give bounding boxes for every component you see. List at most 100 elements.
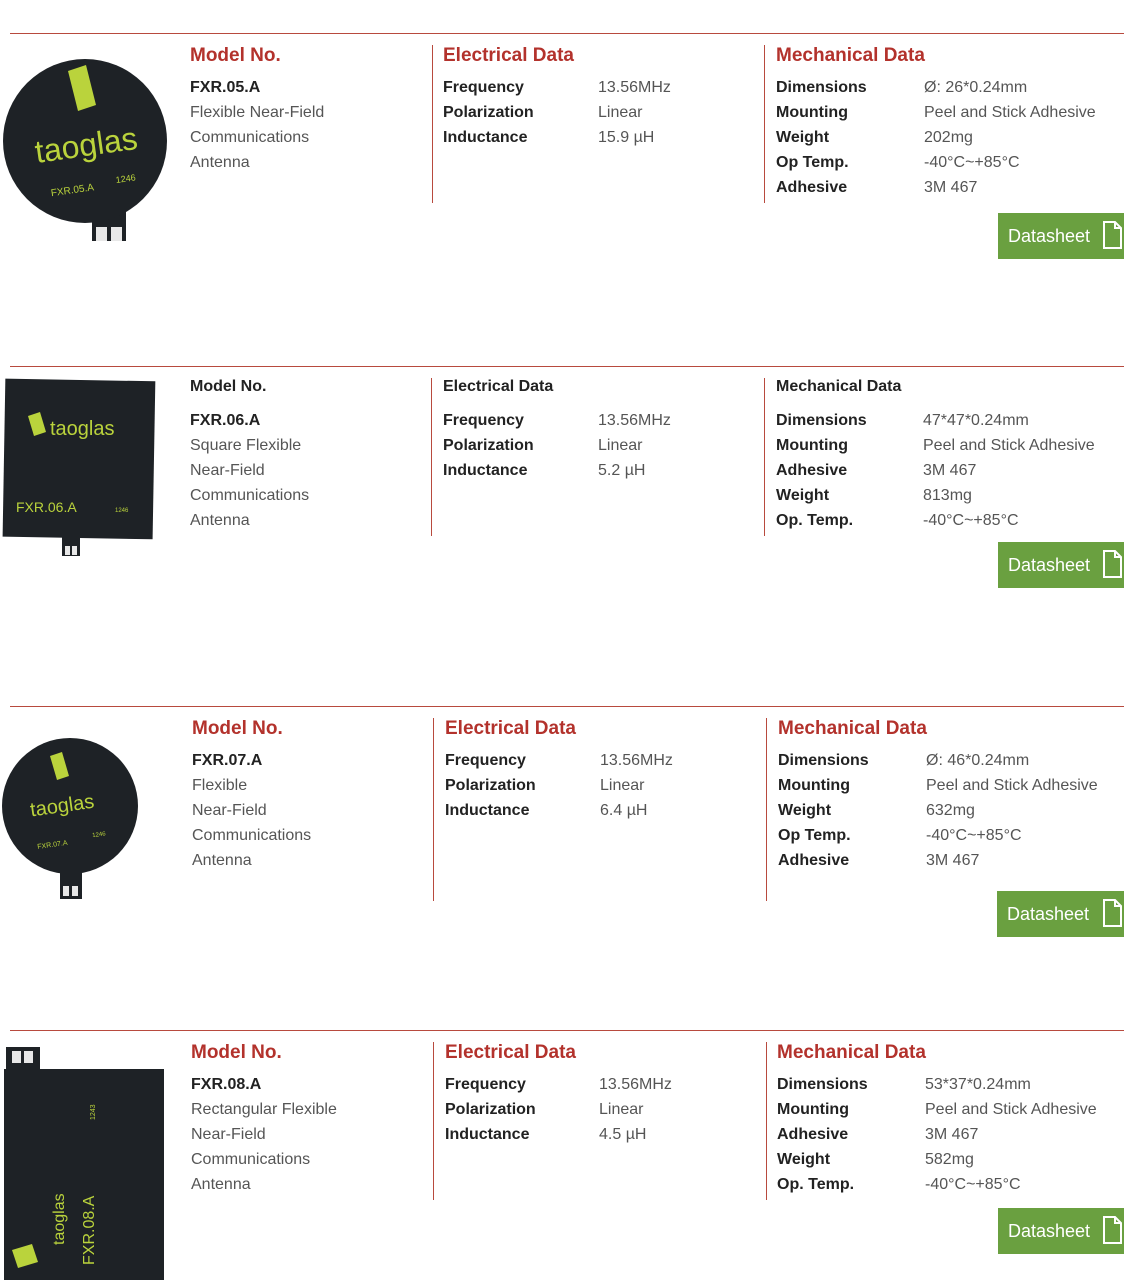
datasheet-label: Datasheet (1008, 555, 1091, 575)
spec-row: Op Temp. -40°C~+85°C (778, 827, 1022, 844)
spec-row: Inductance 4.5 µH (445, 1126, 647, 1143)
spec-row: Weight 202mg (776, 129, 973, 146)
datasheet-label: Datasheet (1007, 904, 1090, 924)
divider (10, 366, 1124, 367)
divider (10, 1030, 1124, 1031)
model-description: Rectangular Flexible Near-Field Communic… (191, 1101, 337, 1193)
spec-row: Dimensions Ø: 46*0.24mm (778, 752, 1030, 769)
spec-row: Weight 813mg (776, 487, 972, 504)
svg-text:1246: 1246 (115, 508, 129, 514)
model-heading: Model No. (190, 378, 267, 395)
electrical-heading: Electrical Data (443, 45, 574, 66)
document-icon (1103, 221, 1122, 249)
spec-row: Adhesive 3M 467 (778, 852, 980, 869)
document-icon (1103, 1216, 1122, 1244)
divider (433, 1042, 434, 1200)
model-number: FXR.06.A (190, 412, 261, 429)
mechanical-column: Mechanical Data Dimensions Ø: 46*0.24mm M… (778, 718, 1118, 873)
spec-row: Mounting Peel and Stick Adhesive (776, 104, 1096, 121)
divider (431, 378, 432, 536)
svg-text:taoglas: taoglas (51, 1193, 68, 1245)
divider (764, 378, 765, 536)
mechanical-column: Mechanical Data Dimensions 53*37*0.24mm M… (777, 1042, 1117, 1197)
spec-row: Frequency 13.56MHz (445, 1076, 672, 1093)
spec-row: Polarization Linear (443, 437, 643, 454)
mechanical-heading: Mechanical Data (776, 378, 902, 395)
model-heading: Model No. (190, 45, 281, 66)
model-description: Flexible Near-Field Communications Anten… (192, 777, 312, 869)
mechanical-column: Mechanical Data Dimensions Ø: 26*0.24mm M… (776, 45, 1116, 200)
spec-row: Mounting Peel and Stick Adhesive (777, 1101, 1097, 1118)
spec-row: Dimensions 53*37*0.24mm (777, 1076, 1031, 1093)
model-number: FXR.05.A (190, 79, 261, 96)
model-description: Square Flexible Near-Field Communication… (190, 437, 310, 529)
datasheet-label: Datasheet (1008, 1221, 1091, 1241)
datasheet-button[interactable]: Datasheet (998, 542, 1124, 588)
spec-row: Op Temp. -40°C~+85°C (776, 154, 1020, 171)
model-column: Model No. FXR.05.A Flexible Near-Field C… (190, 45, 420, 175)
datasheet-label: Datasheet (1008, 226, 1091, 246)
spec-row: Mounting Peel and Stick Adhesive (778, 777, 1098, 794)
datasheet-button[interactable]: Datasheet (998, 213, 1124, 259)
electrical-heading: Electrical Data (445, 1042, 576, 1063)
spec-row: Dimensions Ø: 26*0.24mm (776, 79, 1028, 96)
spec-row: Polarization Linear (445, 1101, 644, 1118)
model-number: FXR.08.A (191, 1076, 262, 1093)
product-image: taoglas FXR.08.A 1243 (4, 1047, 164, 1280)
divider (764, 45, 765, 203)
mechanical-heading: Mechanical Data (777, 1042, 926, 1063)
product-image: taoglas FXR.07.A 1246 (2, 738, 138, 899)
model-column: Model No. FXR.07.A Flexible Near-Field C… (192, 718, 422, 873)
electrical-column: Electrical Data Frequency 13.56MHz Polari… (445, 1042, 755, 1147)
product-card: taoglas FXR.08.A 1243 Model No. FXR.08.A… (0, 1030, 1124, 1280)
spec-row: Weight 632mg (778, 802, 975, 819)
electrical-column: Electrical Data Frequency 13.56MHz Polari… (445, 718, 755, 823)
model-number: FXR.07.A (192, 752, 263, 769)
spec-row: Mounting Peel and Stick Adhesive (776, 437, 1095, 454)
spec-row: Weight 582mg (777, 1151, 974, 1168)
datasheet-button[interactable]: Datasheet (998, 1208, 1124, 1254)
spec-row: Inductance 6.4 µH (445, 802, 648, 819)
spec-row: Op. Temp. -40°C~+85°C (777, 1176, 1021, 1193)
svg-text:taoglas: taoglas (50, 418, 115, 440)
divider (766, 1042, 767, 1200)
mechanical-column: Mechanical Data Dimensions 47*47*0.24mm M… (776, 378, 1116, 533)
model-heading: Model No. (192, 718, 283, 739)
divider (10, 706, 1124, 707)
spec-row: Adhesive 3M 467 (777, 1126, 979, 1143)
product-card: taoglas FXR.05.A 1246 Model No. FXR.05.A… (0, 33, 1124, 303)
mechanical-heading: Mechanical Data (776, 45, 925, 66)
spec-row: Polarization Linear (445, 777, 645, 794)
document-icon (1103, 550, 1122, 578)
model-column: Model No. FXR.06.A Square Flexible Near-… (190, 378, 420, 533)
product-image: taoglas FXR.06.A 1246 (2, 378, 156, 556)
spec-row: Adhesive 3M 467 (776, 179, 978, 196)
divider (432, 45, 433, 203)
divider (433, 718, 434, 901)
spec-row: Inductance 5.2 µH (443, 462, 646, 479)
divider (766, 718, 767, 901)
model-heading: Model No. (191, 1042, 282, 1063)
product-card: taoglas FXR.07.A 1246 Model No. FXR.07.A… (0, 706, 1124, 956)
model-column: Model No. FXR.08.A Rectangular Flexible … (191, 1042, 421, 1197)
spec-row: Frequency 13.56MHz (443, 412, 671, 429)
electrical-column: Electrical Data Frequency 13.56MHz Polari… (443, 45, 753, 150)
spec-row: Polarization Linear (443, 104, 643, 121)
svg-text:1243: 1243 (90, 1104, 97, 1120)
document-icon (1103, 899, 1122, 927)
mechanical-heading: Mechanical Data (778, 718, 927, 739)
svg-text:FXR.06.A: FXR.06.A (16, 499, 77, 515)
datasheet-button[interactable]: Datasheet (997, 891, 1124, 937)
product-image: taoglas FXR.05.A 1246 (3, 59, 167, 241)
product-card: taoglas FXR.06.A 1246 Model No. FXR.06.A… (0, 366, 1124, 636)
spec-row: Adhesive 3M 467 (776, 462, 977, 479)
spec-row: Op. Temp. -40°C~+85°C (776, 512, 1019, 529)
electrical-heading: Electrical Data (445, 718, 576, 739)
spec-row: Frequency 13.56MHz (445, 752, 673, 769)
spec-row: Dimensions 47*47*0.24mm (776, 412, 1029, 429)
divider (10, 33, 1124, 34)
spec-row: Frequency 13.56MHz (443, 79, 671, 96)
electrical-heading: Electrical Data (443, 378, 554, 395)
spec-row: Inductance 15.9 µH (443, 129, 655, 146)
model-description: Flexible Near-Field Communications Anten… (190, 104, 325, 171)
